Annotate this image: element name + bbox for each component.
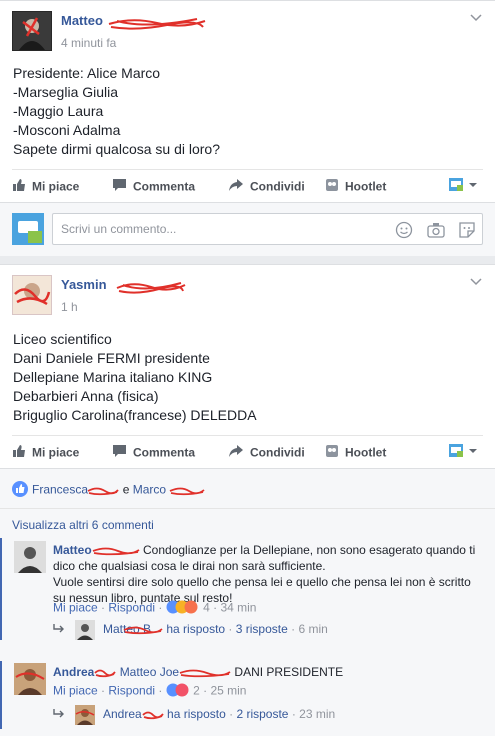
comment-text: Matteo Condoglianze per la Dellepiane, n… <box>53 542 483 606</box>
comment-author[interactable]: Andrea <box>53 665 94 679</box>
comment-text: Andrea Matteo Joe DANI PRESIDENTE <box>53 665 344 679</box>
comment-like-link[interactable]: Mi piace <box>53 684 98 698</box>
post-author[interactable]: Matteo <box>61 13 103 28</box>
post-line: Dellepiane Marina italiano KING <box>13 369 213 385</box>
reactions-icon[interactable] <box>166 600 200 617</box>
post-line: -Maggio Laura <box>13 103 104 119</box>
avatar[interactable] <box>12 11 52 51</box>
comment-mention[interactable]: Matteo Joe <box>120 665 179 679</box>
speech-bubble-icon <box>112 178 127 195</box>
like-button[interactable]: Mi piace <box>12 178 79 195</box>
post-author[interactable]: Yasmin <box>61 277 107 292</box>
replies-summary[interactable]: Andrea ha risposto · 2 risposte · 23 min <box>53 705 335 725</box>
redaction-scribble <box>87 487 120 495</box>
smiley-icon[interactable] <box>395 221 413 242</box>
post-line: Sapete dirmi qualcosa su di loro? <box>13 141 221 157</box>
redaction-scribble <box>142 711 164 720</box>
post-line: Liceo scientifico <box>13 331 112 347</box>
post-1: Matteo 4 minuti fa Presidente: Alice Mar… <box>0 0 495 256</box>
like-reaction-icon <box>12 481 28 500</box>
hootlet-button[interactable]: Hootlet <box>325 178 386 195</box>
reactions-icon[interactable] <box>166 683 190 700</box>
replies-summary[interactable]: Matteo B ha risposto · 3 risposte · 6 mi… <box>53 620 328 640</box>
camera-icon[interactable] <box>427 222 445 241</box>
comment-author[interactable]: Matteo <box>53 543 92 557</box>
avatar <box>75 620 95 640</box>
comment-button[interactable]: Commenta <box>112 444 195 461</box>
like-button[interactable]: Mi piace <box>12 444 79 461</box>
divider <box>0 508 495 509</box>
share-button[interactable]: Condividi <box>228 178 305 195</box>
redaction-scribble <box>92 547 140 555</box>
reply-arrow-icon <box>53 623 65 637</box>
composer-avatar <box>12 213 44 245</box>
post-body: Presidente: Alice Marco -Marseglia Giuli… <box>13 64 220 159</box>
comment-button[interactable]: Commenta <box>112 178 195 195</box>
comment-highlight-bar <box>0 661 2 729</box>
comment-2: Andrea Matteo Joe DANI PRESIDENTE Mi pia… <box>0 661 495 729</box>
comment-1: Matteo Condoglianze per la Dellepiane, n… <box>0 538 495 640</box>
avatar <box>75 705 95 725</box>
redaction-scribble <box>94 669 117 677</box>
post-timestamp[interactable]: 4 minuti fa <box>61 36 116 50</box>
audience-selector[interactable] <box>449 444 479 461</box>
chevron-down-icon[interactable] <box>469 277 483 287</box>
comment-timestamp[interactable]: 34 min <box>220 601 256 615</box>
post-line: -Mosconi Adalma <box>13 122 121 138</box>
speech-bubble-icon <box>112 444 127 461</box>
avatar[interactable] <box>14 663 46 695</box>
comment-highlight-bar <box>0 538 2 640</box>
chevron-down-icon[interactable] <box>469 13 483 23</box>
comment-composer: Scrivi un commento... <box>0 202 495 256</box>
action-bar: Mi piace Commenta Condividi Hootlet <box>12 169 483 201</box>
redaction-scribble <box>170 487 206 495</box>
hootlet-owl-icon <box>325 444 339 461</box>
share-arrow-icon <box>228 178 244 195</box>
thumbs-up-icon <box>12 178 26 195</box>
thumbs-up-icon <box>12 444 26 461</box>
comment-like-link[interactable]: Mi piace <box>53 601 98 615</box>
redaction-scribble <box>108 18 206 30</box>
post-line: Dani Daniele FERMI presidente <box>13 350 210 366</box>
view-more-comments-link[interactable]: Visualizza altri 6 commenti <box>12 518 154 532</box>
post-line: -Marseglia Giulia <box>13 84 119 100</box>
post-2: Yasmin 1 h Liceo scientifico Dani Daniel… <box>0 264 495 736</box>
likes-summary[interactable]: Francesca e Marco <box>12 481 206 500</box>
comment-reply-link[interactable]: Rispondi <box>108 601 155 615</box>
comment-reply-link[interactable]: Rispondi <box>108 684 155 698</box>
avatar[interactable] <box>12 275 52 315</box>
avatar[interactable] <box>14 541 46 573</box>
post-line: Presidente: Alice Marco <box>13 65 161 81</box>
share-button[interactable]: Condividi <box>228 444 305 461</box>
comment-meta: Mi piace · Rispondi · 4 · 34 min <box>53 600 256 617</box>
post-line: Briguglio Carolina(francese) DELEDDA <box>13 407 257 423</box>
comment-input[interactable]: Scrivi un commento... <box>52 213 483 245</box>
comment-timestamp[interactable]: 25 min <box>210 684 246 698</box>
sticker-icon[interactable] <box>458 221 476 242</box>
redaction-scribble <box>116 282 186 294</box>
reply-arrow-icon <box>53 708 65 722</box>
redaction-scribble <box>123 626 163 635</box>
hootlet-button[interactable]: Hootlet <box>325 444 386 461</box>
post-timestamp[interactable]: 1 h <box>61 300 78 314</box>
post-line: Debarbieri Anna (fisica) <box>13 388 159 404</box>
post-body: Liceo scientifico Dani Daniele FERMI pre… <box>13 330 257 425</box>
hootlet-owl-icon <box>325 178 339 195</box>
redaction-scribble <box>179 669 231 677</box>
audience-selector[interactable] <box>449 178 479 195</box>
action-bar: Mi piace Commenta Condividi Hootlet <box>12 435 483 467</box>
comment-meta: Mi piace · Rispondi · 2 · 25 min <box>53 683 246 700</box>
share-arrow-icon <box>228 444 244 461</box>
